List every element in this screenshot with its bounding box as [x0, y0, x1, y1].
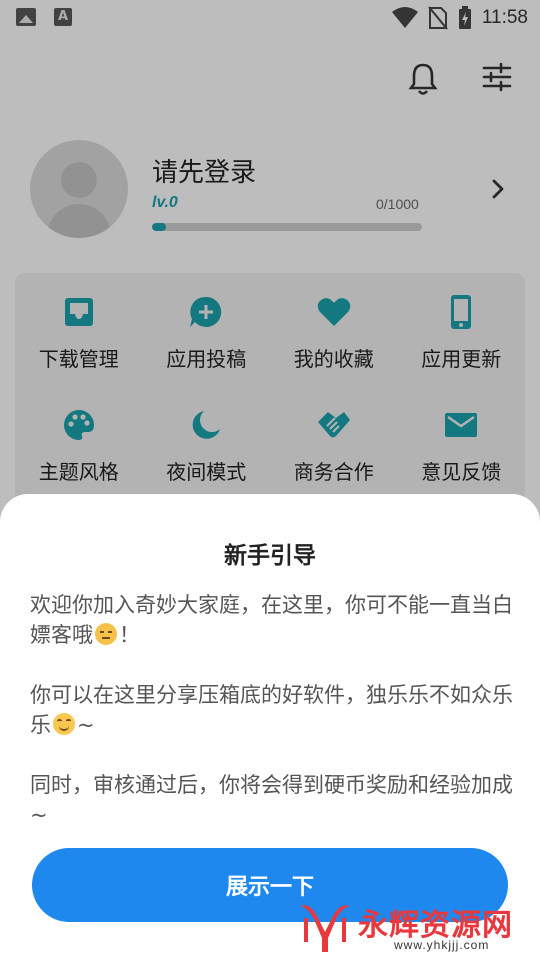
guide-bottom-sheet: 新手引导 欢迎你加入奇妙大家庭，在这里，你可不能一直当白嫖客哦！ 你可以在这里分… [0, 494, 540, 960]
smile-emoji-icon [53, 713, 75, 735]
sheet-title: 新手引导 [224, 543, 316, 569]
guide-paragraph-1: 欢迎你加入奇妙大家庭，在这里，你可不能一直当白嫖客哦！ [30, 593, 513, 647]
guide-paragraph-3: 同时，审核通过后，你将会得到硬币奖励和经验加成~ [30, 773, 513, 827]
watermark-logo-icon [300, 905, 350, 952]
watermark: 永辉资源网 www.yhkjjj.com [296, 898, 526, 954]
guide-paragraph-2: 你可以在这里分享压箱底的好软件，独乐乐不如众乐乐 ~ [30, 683, 513, 737]
sad-face-emoji-icon [95, 623, 117, 645]
sheet-body: 欢迎你加入奇妙大家庭，在这里，你可不能一直当白嫖客哦！ 你可以在这里分享压箱底的… [30, 590, 514, 860]
